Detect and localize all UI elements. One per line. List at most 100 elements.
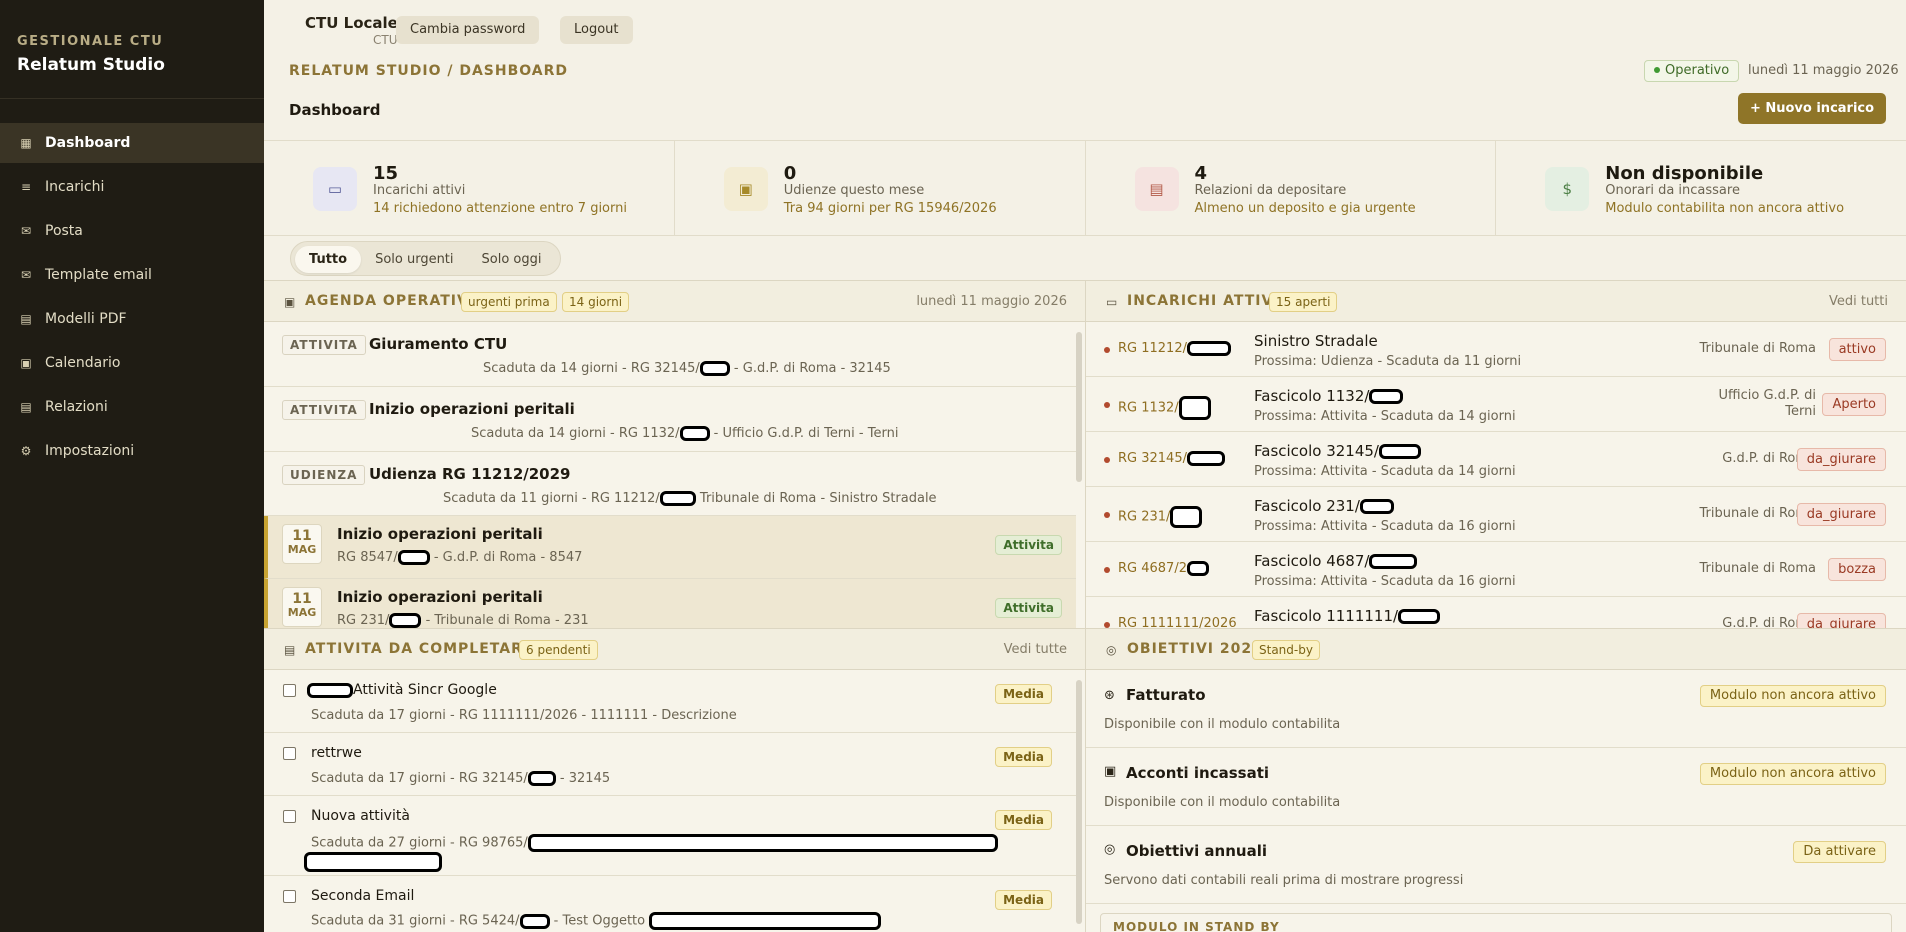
calendar-icon: ▣: [723, 167, 768, 211]
kpi-reports[interactable]: ▤ 4 Relazioni da depositare Almeno un de…: [1086, 141, 1497, 235]
gear-icon: ⚙: [20, 444, 32, 458]
view-all-tasks-link[interactable]: Vedi tutte: [1004, 642, 1067, 657]
agenda-row[interactable]: UDIENZA Udienza RG 11212/2029 Scaduta da…: [264, 452, 1076, 516]
assignment-row[interactable]: RG 1111111/2026 Fascicolo 1111111/ G.d.P…: [1086, 597, 1906, 628]
sidebar-item-posta[interactable]: ✉ Posta: [0, 211, 264, 251]
agenda-dated-row[interactable]: 11 MAG Inizio operazioni peritali RG 231…: [264, 579, 1076, 628]
assignment-title: Fascicolo 1111111/: [1254, 607, 1441, 625]
sidebar-item-calendario[interactable]: ▣ Calendario: [0, 343, 264, 383]
agenda-panel: ▣ AGENDA OPERATIVA urgenti prima 14 gior…: [264, 280, 1086, 628]
task-row[interactable]: Seconda Email Scaduta da 31 giorni - RG …: [264, 876, 1076, 932]
agenda-title-text: Udienza RG 11212/2029: [369, 465, 571, 483]
redaction-mark: [397, 550, 430, 565]
assignment-row[interactable]: RG 32145/ Fascicolo 32145/ Prossima: Att…: [1086, 432, 1906, 487]
logout-button[interactable]: Logout: [560, 16, 633, 44]
agenda-tag: UDIENZA: [282, 465, 366, 485]
goal-row[interactable]: ◎ Obiettivi annuali Servono dati contabi…: [1086, 826, 1906, 904]
filter-urgent[interactable]: Solo urgenti: [361, 246, 467, 273]
sidebar-item-modelli-pdf[interactable]: ▤ Modelli PDF: [0, 299, 264, 339]
kpi-label: Incarichi attivi: [373, 183, 466, 198]
assignment-row[interactable]: RG 1132/ Fascicolo 1132/ Prossima: Attiv…: [1086, 377, 1906, 432]
status-dot-icon: [1104, 567, 1110, 573]
document-icon: ▤: [20, 400, 32, 414]
sidebar-nav: ▦ Dashboard ≡ Incarichi ✉ Posta ✉ Template e…: [0, 123, 264, 471]
assignment-rg: RG 32145/: [1118, 451, 1225, 466]
goal-row[interactable]: ⊛ Fatturato Disponibile con il modulo co…: [1086, 670, 1906, 748]
agenda-row[interactable]: ATTIVITA Inizio operazioni peritali Scad…: [264, 387, 1076, 452]
assignment-state-badge: Aperto: [1822, 393, 1886, 416]
redaction-mark: [649, 912, 882, 930]
standby-module-box: MODULO IN STAND BY: [1100, 913, 1892, 932]
assignment-row[interactable]: RG 11212/ Sinistro Stradale Prossima: Ud…: [1086, 322, 1906, 377]
task-row[interactable]: Nuova attività Scaduta da 27 giorni - RG…: [264, 796, 1076, 876]
agenda-badge-days: 14 giorni: [562, 292, 630, 312]
agenda-meta: RG 8547/ - G.d.P. di Roma - 8547: [337, 550, 583, 565]
redaction-mark: [1359, 499, 1394, 514]
assignment-row[interactable]: RG 4687/2 Fascicolo 4687/ Prossima: Atti…: [1086, 542, 1906, 597]
assignment-next: Prossima: Attivita - Scaduta da 16 giorn…: [1254, 574, 1516, 589]
task-checkbox[interactable]: [283, 890, 296, 903]
mail-icon: ✉: [20, 268, 32, 282]
sidebar-item-incarichi[interactable]: ≡ Incarichi: [0, 167, 264, 207]
task-checkbox[interactable]: [283, 810, 296, 823]
coin-icon: $: [1545, 167, 1590, 211]
agenda-title-text: Giuramento CTU: [369, 335, 508, 353]
goal-title: Fatturato: [1126, 686, 1206, 704]
status-dot-icon: [1104, 347, 1110, 353]
sidebar-item-template-email[interactable]: ✉ Template email: [0, 255, 264, 295]
kpi-hearings[interactable]: ▣ 0 Udienze questo mese Tra 94 giorni pe…: [675, 141, 1086, 235]
redaction-mark: [527, 771, 556, 786]
breadcrumb: RELATUM STUDIO / DASHBOARD: [289, 63, 569, 79]
assignments-badge: 15 aperti: [1269, 292, 1338, 312]
assignment-court: Tribunale di Roma: [1699, 561, 1816, 576]
kpi-fees[interactable]: $ Non disponibile Onorari da incassare M…: [1496, 141, 1906, 235]
task-checkbox[interactable]: [283, 747, 296, 760]
tasks-scrollbar[interactable]: [1076, 680, 1082, 924]
agenda-scrollbar[interactable]: [1076, 332, 1082, 482]
briefcase-icon: ▭: [1106, 295, 1118, 309]
assignments-header: ▭ INCARICHI ATTIVI 15 aperti Vedi tutti: [1086, 280, 1906, 322]
briefcase-icon: ▭: [313, 167, 357, 211]
kpi-note: Tra 94 giorni per RG 15946/2026: [783, 201, 997, 216]
kpi-value: 0: [783, 163, 797, 184]
agenda-dated-row[interactable]: 11 MAG Inizio operazioni peritali RG 854…: [264, 516, 1076, 579]
task-checkbox[interactable]: [283, 684, 296, 697]
sidebar-item-impostazioni[interactable]: ⚙ Impostazioni: [0, 431, 264, 471]
sidebar-item-label: Modelli PDF: [45, 311, 127, 327]
assignment-state-badge: da_giurare: [1796, 448, 1886, 471]
assignment-title: Sinistro Stradale: [1254, 332, 1378, 350]
sidebar-item-dashboard[interactable]: ▦ Dashboard: [0, 123, 264, 163]
goal-description: Servono dati contabili reali prima di mo…: [1104, 873, 1464, 888]
assignment-rg: RG 1132/: [1118, 396, 1211, 420]
sidebar-item-relazioni[interactable]: ▤ Relazioni: [0, 387, 264, 427]
task-row[interactable]: rettrwe Scaduta da 17 giorni - RG 32145/…: [264, 733, 1076, 796]
agenda-title-text: Inizio operazioni peritali: [369, 400, 575, 418]
date-day: 11: [292, 528, 312, 544]
priority-badge: Media: [995, 890, 1052, 910]
assignment-rg: RG 4687/2: [1118, 561, 1209, 576]
tasks-panel: ▤ ATTIVITA DA COMPLETARE 6 pendenti Vedi…: [264, 628, 1086, 932]
brand-subtitle: GESTIONALE CTU: [17, 34, 164, 49]
assignment-row[interactable]: RG 231/ Fascicolo 231/ Prossima: Attivit…: [1086, 487, 1906, 542]
redaction-mark: [1178, 396, 1211, 420]
agenda-badge-urgent: urgenti prima: [461, 292, 557, 312]
kpi-active-assignments[interactable]: ▭ 15 Incarichi attivi 14 richiedono atte…: [264, 141, 675, 235]
task-row[interactable]: Attività Sincr Google Scaduta da 17 gior…: [264, 670, 1076, 733]
filter-today[interactable]: Solo oggi: [468, 246, 556, 273]
kpi-strip: ▭ 15 Incarichi attivi 14 richiedono atte…: [264, 140, 1906, 236]
kpi-value: 15: [373, 163, 399, 184]
assignment-title: Fascicolo 231/: [1254, 497, 1394, 515]
sidebar-item-label: Incarichi: [45, 179, 105, 195]
priority-badge: Media: [995, 747, 1052, 767]
redaction-mark: [1170, 506, 1203, 528]
sidebar-item-label: Posta: [45, 223, 83, 239]
filter-all[interactable]: Tutto: [295, 246, 362, 273]
kpi-label: Udienze questo mese: [783, 183, 925, 198]
redaction-mark: [1369, 554, 1418, 569]
goal-row[interactable]: ▣ Acconti incassati Disponibile con il m…: [1086, 748, 1906, 826]
agenda-row[interactable]: ATTIVITA Giuramento CTU Scaduta da 14 gi…: [264, 322, 1076, 387]
view-all-assignments-link[interactable]: Vedi tutti: [1829, 294, 1888, 309]
new-assignment-button[interactable]: + Nuovo incarico: [1738, 93, 1886, 124]
brand-title: Relatum Studio: [17, 55, 165, 75]
change-password-button[interactable]: Cambia password: [396, 16, 540, 44]
